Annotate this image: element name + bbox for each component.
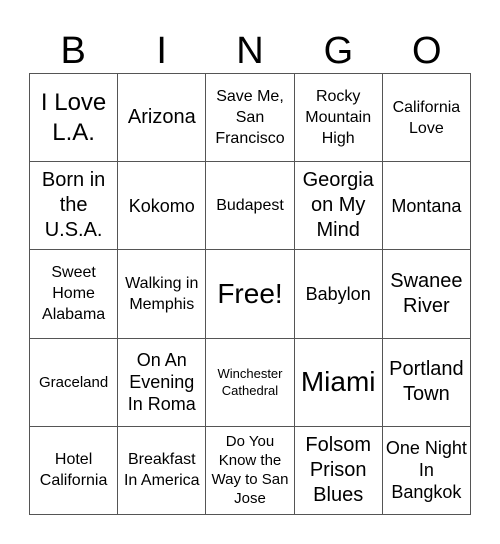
- free-space-cell[interactable]: Free!: [206, 250, 295, 339]
- bingo-cell[interactable]: Hotel California: [30, 426, 119, 515]
- bingo-cell[interactable]: California Love: [382, 74, 471, 163]
- cell-label: Born in the U.S.A.: [41, 169, 106, 242]
- cell-label: Hotel California: [39, 451, 108, 490]
- cell-label: Miami: [300, 366, 376, 398]
- cell-label: Rocky Mountain High: [305, 88, 372, 148]
- cell-label: Breakfast In America: [123, 451, 200, 490]
- bingo-cell[interactable]: Winchester Cathedral: [206, 338, 295, 427]
- header-letter-g: G: [323, 30, 354, 72]
- cell-label: Do You Know the Way to San Jose: [211, 433, 289, 508]
- cell-label: Folsom Prison Blues: [305, 433, 371, 506]
- bingo-cell[interactable]: Folsom Prison Blues: [294, 426, 383, 515]
- bingo-grid: I Love L.A. Arizona Save Me, San Francisco…: [29, 73, 471, 515]
- bingo-cell[interactable]: Rocky Mountain High: [294, 74, 383, 163]
- bingo-cell[interactable]: Georgia on My Mind: [294, 162, 383, 251]
- cell-label: Georgia on My Mind: [302, 169, 374, 242]
- cell-label: Free!: [217, 277, 283, 309]
- bingo-cell[interactable]: Kokomo: [118, 162, 207, 251]
- cell-label: I Love L.A.: [40, 88, 107, 146]
- cell-label: Kokomo: [128, 195, 195, 216]
- bingo-cell[interactable]: One Night In Bangkok: [382, 426, 471, 515]
- header-letter-b: B: [60, 30, 86, 72]
- cell-label: Montana: [391, 195, 462, 216]
- cell-label: Portland Town: [389, 358, 464, 406]
- header-letter-n: N: [236, 30, 264, 72]
- bingo-cell[interactable]: Montana: [382, 162, 471, 251]
- bingo-cell[interactable]: Babylon: [294, 250, 383, 339]
- header-letter-o: O: [412, 30, 442, 72]
- bingo-cell[interactable]: Graceland: [30, 338, 119, 427]
- cell-label: Swanee River: [390, 269, 463, 317]
- bingo-cell[interactable]: Portland Town: [382, 338, 471, 427]
- bingo-cell[interactable]: Walking in Memphis: [118, 250, 207, 339]
- cell-label: Sweet Home Alabama: [42, 264, 106, 324]
- bingo-cell[interactable]: Sweet Home Alabama: [30, 250, 119, 339]
- bingo-cell[interactable]: Do You Know the Way to San Jose: [206, 426, 295, 515]
- bingo-cell[interactable]: Save Me, San Francisco: [206, 74, 295, 163]
- cell-label: Winchester Cathedral: [217, 366, 283, 399]
- cell-label: Babylon: [305, 283, 371, 304]
- bingo-header: B I N G O: [29, 28, 471, 74]
- cell-label: One Night In Bangkok: [385, 438, 467, 503]
- cell-label: Graceland: [38, 373, 109, 391]
- cell-label: California Love: [392, 98, 461, 137]
- cell-label: Walking in Memphis: [125, 274, 199, 313]
- bingo-cell[interactable]: On An Evening In Roma: [118, 338, 207, 427]
- bingo-cell[interactable]: Arizona: [118, 74, 207, 163]
- cell-label: Arizona: [127, 106, 196, 129]
- bingo-cell[interactable]: Born in the U.S.A.: [30, 162, 119, 251]
- bingo-cell[interactable]: Swanee River: [382, 250, 471, 339]
- bingo-cell[interactable]: I Love L.A.: [30, 74, 119, 163]
- cell-label: Save Me, San Francisco: [215, 88, 285, 148]
- bingo-cell[interactable]: Breakfast In America: [118, 426, 207, 515]
- bingo-cell[interactable]: Miami: [294, 338, 383, 427]
- header-letter-i: I: [156, 30, 167, 72]
- cell-label: Budapest: [216, 197, 284, 215]
- bingo-cell[interactable]: Budapest: [206, 162, 295, 251]
- cell-label: On An Evening In Roma: [127, 350, 196, 415]
